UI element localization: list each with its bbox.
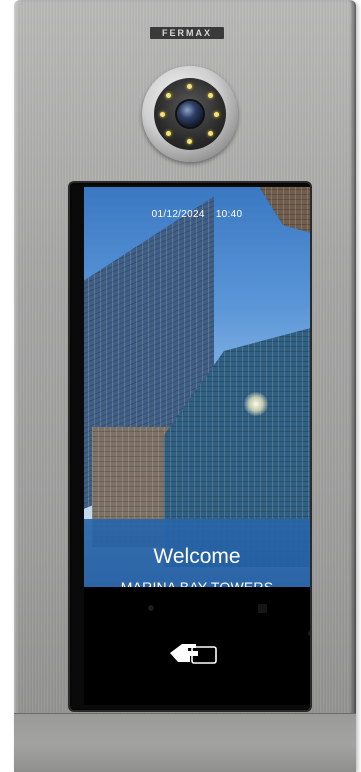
time-label: 10:40 (215, 209, 243, 220)
card-reader-area[interactable] (84, 587, 310, 705)
bottom-frame (14, 713, 356, 772)
card-reader-icon (170, 644, 217, 664)
sun-flare (244, 392, 268, 416)
brand-logo: FERMAX (150, 27, 224, 39)
camera-ring (154, 78, 226, 150)
proximity-sensor (148, 605, 154, 611)
led-indicator (187, 139, 192, 144)
led-indicator (187, 84, 192, 89)
date-time-display: 01/12/2024 10:40 (84, 209, 310, 220)
panel-edge (350, 0, 356, 771)
led-indicator (208, 131, 213, 136)
led-indicator (166, 131, 171, 136)
display-screen[interactable]: 01/12/2024 10:40 Welcome MARINA BAY TOWE… (84, 187, 310, 705)
display-bezel: 01/12/2024 10:40 Welcome MARINA BAY TOWE… (70, 183, 310, 710)
led-indicator (160, 112, 165, 117)
led-indicator (214, 112, 219, 117)
led-indicator (166, 93, 171, 98)
ir-sensor (258, 604, 267, 613)
intercom-panel: FERMAX 01/12/2024 10:40 Welcome (14, 0, 356, 772)
camera-module (142, 66, 238, 162)
light-sensor (308, 631, 310, 636)
date-label: 01/12/2024 (151, 209, 205, 220)
welcome-title: Welcome (153, 545, 241, 568)
camera-lens-icon (177, 101, 203, 127)
led-indicator (208, 93, 213, 98)
